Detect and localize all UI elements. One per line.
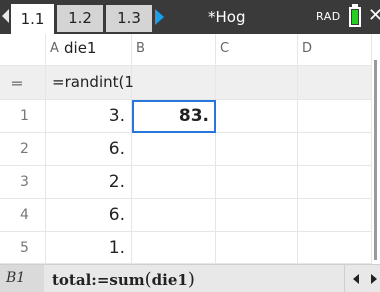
row-number: 1: [20, 108, 29, 124]
cell-d5[interactable]: [298, 232, 372, 264]
navigation-arrows: [344, 265, 380, 292]
cell-a2[interactable]: 6.: [46, 133, 132, 166]
cell-value: 2.: [108, 172, 125, 192]
tab-1-2[interactable]: 1.2: [57, 5, 103, 32]
scroll-tabs-right-icon[interactable]: [155, 9, 164, 25]
table-row: 4 6.: [0, 199, 372, 232]
row-header[interactable]: 1: [0, 100, 46, 133]
cell-value: 6.: [108, 205, 125, 225]
tab-1-1[interactable]: 1.1: [11, 4, 54, 34]
formula-argument: die1: [151, 271, 188, 289]
cell-value: 83.: [178, 106, 209, 126]
cell-value: 3.: [108, 106, 125, 126]
row-header[interactable]: 2: [0, 133, 46, 166]
open-paren: (: [144, 269, 152, 290]
equals-icon: ═: [12, 74, 22, 93]
column-header-c[interactable]: C: [216, 34, 298, 66]
row-number: 3: [20, 174, 29, 190]
arrow-right-icon[interactable]: [371, 274, 377, 284]
table-row: 1 3. 83.: [0, 100, 372, 133]
cell-d3[interactable]: [298, 166, 372, 199]
document-title: *Hog: [208, 8, 246, 26]
cell-b4[interactable]: [132, 199, 216, 232]
cell-a1[interactable]: 3.: [46, 100, 132, 133]
cell-d4[interactable]: [298, 199, 372, 232]
scrollbar-thumb[interactable]: [374, 60, 377, 260]
formula-cell-d[interactable]: [298, 66, 372, 100]
formula-cell-b[interactable]: [132, 66, 216, 100]
cell-b5[interactable]: [132, 232, 216, 264]
tab-bar: 1.1 1.2 1.3 *Hog RAD ✕: [0, 0, 380, 34]
cell-value: 1.: [108, 238, 125, 258]
row-header[interactable]: 3: [0, 166, 46, 199]
formula-prefix: total:=sum: [52, 271, 145, 289]
cell-value: 6.: [108, 139, 125, 159]
column-letter: C: [220, 41, 230, 56]
row-number: 5: [20, 240, 29, 256]
formula-text-a: =randint(1: [52, 73, 134, 91]
cell-b1[interactable]: 83.: [132, 100, 216, 133]
angle-mode-indicator: RAD: [316, 10, 341, 23]
column-letter: A: [50, 41, 59, 56]
row-header[interactable]: 5: [0, 232, 46, 264]
column-header-d[interactable]: D: [298, 34, 372, 66]
table-row: 3 2.: [0, 166, 372, 199]
row-header[interactable]: 4: [0, 199, 46, 232]
cell-a3[interactable]: 2.: [46, 166, 132, 199]
column-header-a[interactable]: A die1: [46, 34, 132, 66]
cell-c3[interactable]: [216, 166, 298, 199]
cell-b2[interactable]: [132, 133, 216, 166]
cell-d2[interactable]: [298, 133, 372, 166]
vertical-scrollbar[interactable]: [372, 34, 380, 264]
cell-reference: B1: [0, 265, 44, 292]
table-row: 5 1.: [0, 232, 372, 264]
scroll-tabs-left-icon[interactable]: [2, 9, 9, 23]
entry-line: B1 total:=sum(die1): [0, 264, 380, 292]
battery-icon: [349, 7, 361, 27]
column-header-b[interactable]: B: [132, 34, 216, 66]
cell-c5[interactable]: [216, 232, 298, 264]
cell-b3[interactable]: [132, 166, 216, 199]
tab-1-3[interactable]: 1.3: [106, 5, 152, 32]
column-letter: D: [302, 41, 313, 56]
row-number: 4: [20, 207, 29, 223]
cell-a5[interactable]: 1.: [46, 232, 132, 264]
close-icon[interactable]: ✕: [368, 6, 380, 26]
column-name: die1: [64, 39, 97, 57]
formula-cell-c[interactable]: [216, 66, 298, 100]
close-paren: ): [187, 269, 195, 290]
formula-row: ═ =randint(1: [0, 66, 372, 100]
cell-c4[interactable]: [216, 199, 298, 232]
column-header-row: A die1 B C D: [0, 34, 372, 66]
arrow-left-icon[interactable]: [353, 274, 359, 284]
row-number: 2: [20, 141, 29, 157]
cell-d1[interactable]: [298, 100, 372, 133]
column-letter: B: [136, 41, 145, 56]
cell-c2[interactable]: [216, 133, 298, 166]
table-row: 2 6.: [0, 133, 372, 166]
cell-formula[interactable]: total:=sum(die1): [52, 269, 195, 290]
cell-c1[interactable]: [216, 100, 298, 133]
cell-a4[interactable]: 6.: [46, 199, 132, 232]
formula-row-label: ═: [0, 66, 46, 100]
corner-cell[interactable]: [0, 34, 46, 66]
